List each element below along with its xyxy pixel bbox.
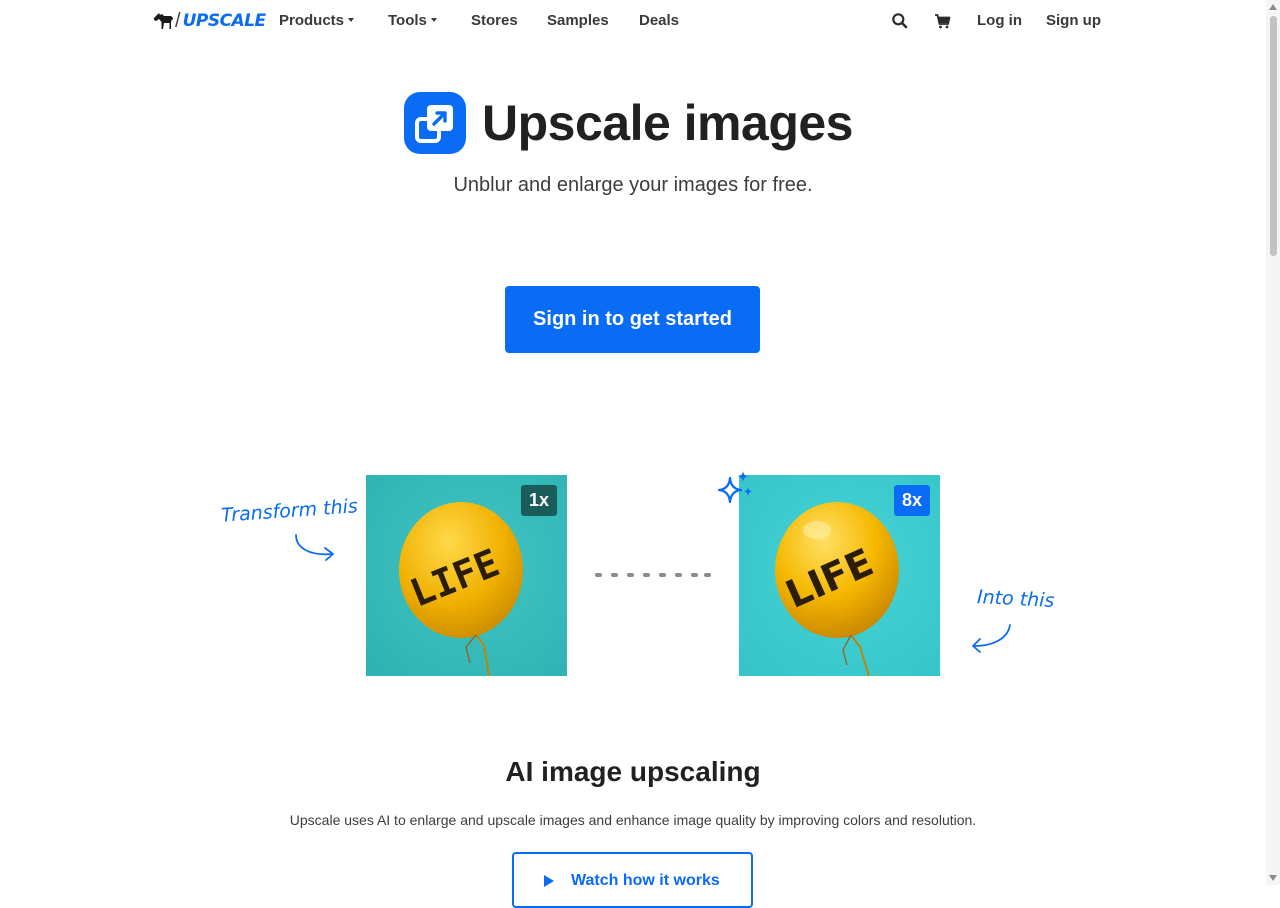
enlarge-icon xyxy=(415,105,453,143)
sparkle-icon xyxy=(717,471,752,504)
watch-button-content: Watch how it works xyxy=(544,872,720,890)
nav-products-label: Products xyxy=(279,12,345,29)
curved-arrow-right-icon xyxy=(295,534,334,561)
top-navbar: / UPSCALE Products Tools Stores Samples … xyxy=(0,0,1266,42)
nav-samples[interactable]: Samples xyxy=(547,12,609,30)
nav-products[interactable]: Products xyxy=(279,12,355,30)
section-description: Upscale uses AI to enlarge and upscale i… xyxy=(289,812,977,828)
curved-arrow-left-icon xyxy=(972,624,1011,653)
watch-button-label: Watch how it works xyxy=(571,872,720,889)
login-link[interactable]: Log in xyxy=(977,12,1022,30)
page-scrollbar[interactable] xyxy=(1266,0,1280,885)
dotted-connector xyxy=(595,573,711,577)
section-title: AI image upscaling xyxy=(505,756,761,787)
after-scale-badge: 8x xyxy=(894,485,930,516)
logo-wordmark: UPSCALE xyxy=(182,11,267,31)
scroll-down-arrow-icon[interactable] xyxy=(1269,875,1277,881)
nav-stores[interactable]: Stores xyxy=(471,12,518,30)
page-subtitle: Unblur and enlarge your images for free. xyxy=(453,174,813,196)
before-image: LIFE 1x xyxy=(366,475,567,676)
caret-down-icon xyxy=(348,18,355,22)
scrollbar-thumb[interactable] xyxy=(1270,16,1277,256)
signup-link[interactable]: Sign up xyxy=(1046,12,1101,30)
watch-video-button[interactable]: Watch how it works xyxy=(512,852,753,908)
caret-down-icon xyxy=(430,18,437,22)
transform-this-note: Transform this xyxy=(220,495,359,527)
scroll-up-arrow-icon[interactable] xyxy=(1269,4,1277,10)
nav-deals[interactable]: Deals xyxy=(639,12,679,30)
search-icon[interactable] xyxy=(891,12,909,30)
play-icon xyxy=(544,875,554,887)
logo-slash: / xyxy=(175,9,181,32)
horse-logo-icon xyxy=(154,13,173,29)
cart-icon[interactable] xyxy=(934,12,952,30)
nav-tools-label: Tools xyxy=(388,12,427,29)
upscale-logo[interactable]: / UPSCALE xyxy=(152,8,266,34)
after-image: LIFE 8x xyxy=(739,475,940,676)
upscale-app-icon xyxy=(404,92,466,154)
nav-tools[interactable]: Tools xyxy=(388,12,437,30)
before-scale-badge: 1x xyxy=(521,485,557,516)
page-title: Upscale images xyxy=(482,95,853,151)
into-this-note: Into this xyxy=(976,585,1055,613)
sign-in-cta-button[interactable]: Sign in to get started xyxy=(505,286,760,353)
